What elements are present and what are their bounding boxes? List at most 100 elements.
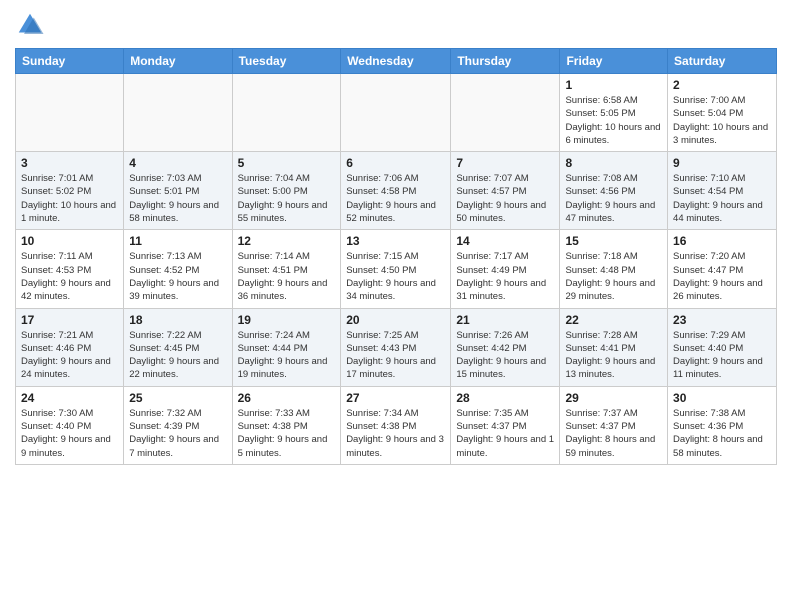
calendar-week-2: 3 Sunrise: 7:01 AM Sunset: 5:02 PM Daylig… [16, 152, 777, 230]
calendar-cell: 1Sunrise: 6:58 AM Sunset: 5:05 PM Daylig… [560, 74, 668, 152]
day-number: 26 [238, 391, 336, 405]
day-number: 4 [129, 156, 226, 170]
day-info: Sunrise: 7:15 AM Sunset: 4:50 PM Dayligh… [346, 250, 445, 303]
day-info: Sunrise: 7:06 AM Sunset: 4:58 PM Dayligh… [346, 172, 445, 225]
day-info: Sunrise: 7:25 AM Sunset: 4:43 PM Dayligh… [346, 329, 445, 382]
day-info: Sunrise: 7:26 AM Sunset: 4:42 PM Dayligh… [456, 329, 554, 382]
day-info: Sunrise: 7:04 AM Sunset: 5:00 PM Dayligh… [238, 172, 336, 225]
day-number: 27 [346, 391, 445, 405]
day-info: Sunrise: 7:17 AM Sunset: 4:49 PM Dayligh… [456, 250, 554, 303]
calendar-week-4: 17 Sunrise: 7:21 AM Sunset: 4:46 PM Dayli… [16, 308, 777, 386]
day-info: Sunrise: 7:29 AM Sunset: 4:40 PM Dayligh… [673, 329, 771, 382]
calendar-cell: 8Sunrise: 7:08 AM Sunset: 4:56 PM Daylig… [560, 152, 668, 230]
day-number: 8 [565, 156, 662, 170]
day-number: 13 [346, 234, 445, 248]
day-info: Sunrise: 7:03 AM Sunset: 5:01 PM Dayligh… [129, 172, 226, 225]
weekday-header-saturday: Saturday [668, 49, 777, 74]
calendar-table: SundayMondayTuesdayWednesdayThursdayFrid… [15, 48, 777, 465]
day-number: 21 [456, 313, 554, 327]
day-info: Sunrise: 7:38 AM Sunset: 4:36 PM Dayligh… [673, 407, 771, 460]
day-number: 12 [238, 234, 336, 248]
day-number: 23 [673, 313, 771, 327]
calendar-cell: 3 Sunrise: 7:01 AM Sunset: 5:02 PM Daylig… [16, 152, 124, 230]
day-number: 7 [456, 156, 554, 170]
day-info: Sunrise: 7:33 AM Sunset: 4:38 PM Dayligh… [238, 407, 336, 460]
day-number: 24 [21, 391, 118, 405]
calendar-cell: 21 Sunrise: 7:26 AM Sunset: 4:42 PM Dayli… [451, 308, 560, 386]
calendar-cell: 22 Sunrise: 7:28 AM Sunset: 4:41 PM Dayli… [560, 308, 668, 386]
day-number: 30 [673, 391, 771, 405]
day-info: Sunrise: 7:35 AM Sunset: 4:37 PM Dayligh… [456, 407, 554, 460]
calendar-cell: 12 Sunrise: 7:14 AM Sunset: 4:51 PM Dayli… [232, 230, 341, 308]
day-info: Sunrise: 7:32 AM Sunset: 4:39 PM Dayligh… [129, 407, 226, 460]
calendar-cell: 26 Sunrise: 7:33 AM Sunset: 4:38 PM Dayli… [232, 386, 341, 464]
day-number: 16 [673, 234, 771, 248]
calendar-cell: 17 Sunrise: 7:21 AM Sunset: 4:46 PM Dayli… [16, 308, 124, 386]
day-number: 22 [565, 313, 662, 327]
calendar-cell: 28 Sunrise: 7:35 AM Sunset: 4:37 PM Dayli… [451, 386, 560, 464]
day-number: 15 [565, 234, 662, 248]
calendar-cell: 11Sunrise: 7:13 AM Sunset: 4:52 PM Dayli… [124, 230, 232, 308]
calendar-cell: 25 Sunrise: 7:32 AM Sunset: 4:39 PM Dayli… [124, 386, 232, 464]
day-number: 20 [346, 313, 445, 327]
day-info: Sunrise: 7:10 AM Sunset: 4:54 PM Dayligh… [673, 172, 771, 225]
day-number: 6 [346, 156, 445, 170]
weekday-header-row: SundayMondayTuesdayWednesdayThursdayFrid… [16, 49, 777, 74]
calendar-cell: 20 Sunrise: 7:25 AM Sunset: 4:43 PM Dayli… [341, 308, 451, 386]
calendar-cell: 19 Sunrise: 7:24 AM Sunset: 4:44 PM Dayli… [232, 308, 341, 386]
day-number: 18 [129, 313, 226, 327]
day-number: 19 [238, 313, 336, 327]
day-number: 2 [673, 78, 771, 92]
day-info: Sunrise: 7:30 AM Sunset: 4:40 PM Dayligh… [21, 407, 118, 460]
calendar-cell: 18 Sunrise: 7:22 AM Sunset: 4:45 PM Dayli… [124, 308, 232, 386]
header [15, 10, 777, 40]
day-info: Sunrise: 7:34 AM Sunset: 4:38 PM Dayligh… [346, 407, 445, 460]
day-info: Sunrise: 7:00 AM Sunset: 5:04 PM Dayligh… [673, 94, 771, 147]
day-number: 28 [456, 391, 554, 405]
day-info: Sunrise: 7:14 AM Sunset: 4:51 PM Dayligh… [238, 250, 336, 303]
calendar-cell: 7 Sunrise: 7:07 AM Sunset: 4:57 PM Daylig… [451, 152, 560, 230]
day-info: Sunrise: 7:22 AM Sunset: 4:45 PM Dayligh… [129, 329, 226, 382]
day-info: Sunrise: 7:07 AM Sunset: 4:57 PM Dayligh… [456, 172, 554, 225]
calendar-cell: 23 Sunrise: 7:29 AM Sunset: 4:40 PM Dayli… [668, 308, 777, 386]
calendar-cell: 29Sunrise: 7:37 AM Sunset: 4:37 PM Dayli… [560, 386, 668, 464]
weekday-header-monday: Monday [124, 49, 232, 74]
calendar-cell [232, 74, 341, 152]
calendar-cell: 5Sunrise: 7:04 AM Sunset: 5:00 PM Daylig… [232, 152, 341, 230]
day-number: 9 [673, 156, 771, 170]
day-number: 3 [21, 156, 118, 170]
day-info: Sunrise: 7:01 AM Sunset: 5:02 PM Dayligh… [21, 172, 118, 225]
page: SundayMondayTuesdayWednesdayThursdayFrid… [0, 0, 792, 612]
weekday-header-wednesday: Wednesday [341, 49, 451, 74]
weekday-header-tuesday: Tuesday [232, 49, 341, 74]
calendar-cell: 4 Sunrise: 7:03 AM Sunset: 5:01 PM Daylig… [124, 152, 232, 230]
calendar-cell: 10 Sunrise: 7:11 AM Sunset: 4:53 PM Dayli… [16, 230, 124, 308]
calendar-cell: 27 Sunrise: 7:34 AM Sunset: 4:38 PM Dayli… [341, 386, 451, 464]
day-info: Sunrise: 7:21 AM Sunset: 4:46 PM Dayligh… [21, 329, 118, 382]
day-number: 25 [129, 391, 226, 405]
calendar-week-1: 1Sunrise: 6:58 AM Sunset: 5:05 PM Daylig… [16, 74, 777, 152]
calendar-cell: 30 Sunrise: 7:38 AM Sunset: 4:36 PM Dayli… [668, 386, 777, 464]
calendar-cell: 13 Sunrise: 7:15 AM Sunset: 4:50 PM Dayli… [341, 230, 451, 308]
calendar-cell: 16 Sunrise: 7:20 AM Sunset: 4:47 PM Dayli… [668, 230, 777, 308]
day-info: Sunrise: 6:58 AM Sunset: 5:05 PM Dayligh… [565, 94, 662, 147]
day-number: 10 [21, 234, 118, 248]
day-number: 14 [456, 234, 554, 248]
day-info: Sunrise: 7:24 AM Sunset: 4:44 PM Dayligh… [238, 329, 336, 382]
calendar-cell: 9 Sunrise: 7:10 AM Sunset: 4:54 PM Daylig… [668, 152, 777, 230]
calendar-cell: 14 Sunrise: 7:17 AM Sunset: 4:49 PM Dayli… [451, 230, 560, 308]
calendar-cell [124, 74, 232, 152]
calendar-cell: 15Sunrise: 7:18 AM Sunset: 4:48 PM Dayli… [560, 230, 668, 308]
calendar-cell [341, 74, 451, 152]
calendar-week-3: 10 Sunrise: 7:11 AM Sunset: 4:53 PM Dayli… [16, 230, 777, 308]
weekday-header-thursday: Thursday [451, 49, 560, 74]
day-info: Sunrise: 7:20 AM Sunset: 4:47 PM Dayligh… [673, 250, 771, 303]
calendar-cell: 2 Sunrise: 7:00 AM Sunset: 5:04 PM Daylig… [668, 74, 777, 152]
logo-icon [15, 10, 45, 40]
calendar-cell [16, 74, 124, 152]
day-number: 17 [21, 313, 118, 327]
day-info: Sunrise: 7:11 AM Sunset: 4:53 PM Dayligh… [21, 250, 118, 303]
day-info: Sunrise: 7:37 AM Sunset: 4:37 PM Dayligh… [565, 407, 662, 460]
day-info: Sunrise: 7:28 AM Sunset: 4:41 PM Dayligh… [565, 329, 662, 382]
calendar-cell: 6 Sunrise: 7:06 AM Sunset: 4:58 PM Daylig… [341, 152, 451, 230]
